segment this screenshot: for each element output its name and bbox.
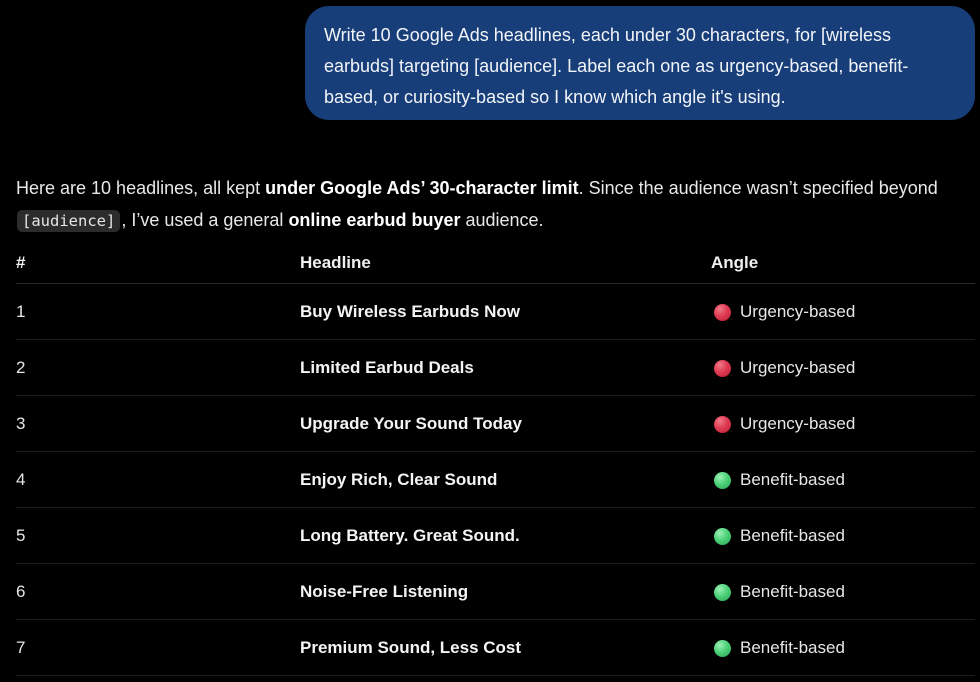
table-row: 3 Upgrade Your Sound Today Urgency-based xyxy=(16,396,975,452)
intro-bold-limit: under Google Ads’ 30-character limit xyxy=(265,178,579,198)
row-headline: Enjoy Rich, Clear Sound xyxy=(300,470,498,489)
response-intro: Here are 10 headlines, all kept under Go… xyxy=(16,172,966,237)
header-angle: Angle xyxy=(711,253,759,272)
table-header-row: # Headline Angle xyxy=(16,244,975,284)
audience-code-chip: [audience] xyxy=(17,210,121,232)
row-number: 6 xyxy=(16,582,26,601)
row-angle: Urgency-based xyxy=(714,301,855,323)
table-row: 2 Limited Earbud Deals Urgency-based xyxy=(16,340,975,396)
row-angle-label: Benefit-based xyxy=(740,470,845,489)
intro-text-1: Here are 10 headlines, all kept xyxy=(16,178,266,198)
intro-bold-audience: online earbud buyer xyxy=(288,210,461,230)
row-number: 7 xyxy=(16,638,26,657)
row-angle: Urgency-based xyxy=(714,357,855,379)
row-headline: Long Battery. Great Sound. xyxy=(300,526,520,545)
green-circle-icon xyxy=(714,583,731,601)
table-row: 6 Noise-Free Listening Benefit-based xyxy=(16,564,975,620)
header-number: # xyxy=(16,253,26,272)
row-number: 3 xyxy=(16,414,26,433)
row-angle-label: Benefit-based xyxy=(740,638,845,657)
intro-text-2: . Since the audience wasn’t specified be… xyxy=(578,178,938,198)
row-angle: Benefit-based xyxy=(714,581,845,603)
green-circle-icon xyxy=(714,527,731,545)
header-headline: Headline xyxy=(300,253,371,272)
row-headline: Buy Wireless Earbuds Now xyxy=(300,302,520,321)
row-headline: Upgrade Your Sound Today xyxy=(300,414,522,433)
row-number: 5 xyxy=(16,526,26,545)
row-angle-label: Benefit-based xyxy=(740,582,845,601)
row-number: 1 xyxy=(16,302,26,321)
row-angle-label: Benefit-based xyxy=(740,526,845,545)
row-angle-label: Urgency-based xyxy=(740,302,856,321)
red-circle-icon xyxy=(714,303,731,321)
row-angle-label: Urgency-based xyxy=(740,358,856,377)
user-message-text: Write 10 Google Ads headlines, each unde… xyxy=(324,25,909,107)
row-number: 4 xyxy=(16,470,26,489)
red-circle-icon xyxy=(714,415,731,433)
table-row: 5 Long Battery. Great Sound. Benefit-based xyxy=(16,508,975,564)
green-circle-icon xyxy=(714,639,731,657)
user-message-bubble: Write 10 Google Ads headlines, each unde… xyxy=(305,6,975,120)
intro-text-3: , I’ve used a general xyxy=(121,210,289,230)
green-circle-icon xyxy=(714,471,731,489)
row-angle: Benefit-based xyxy=(714,637,845,659)
table-row: 1 Buy Wireless Earbuds Now Urgency-based xyxy=(16,284,975,340)
row-angle-label: Urgency-based xyxy=(740,414,856,433)
intro-text-4: audience. xyxy=(460,210,544,230)
row-angle: Urgency-based xyxy=(714,413,855,435)
row-headline: Premium Sound, Less Cost xyxy=(300,638,522,657)
red-circle-icon xyxy=(714,359,731,377)
row-headline: Noise-Free Listening xyxy=(300,582,469,601)
table-row: 4 Enjoy Rich, Clear Sound Benefit-based xyxy=(16,452,975,508)
row-angle: Benefit-based xyxy=(714,469,845,491)
row-angle: Benefit-based xyxy=(714,525,845,547)
row-number: 2 xyxy=(16,358,26,377)
headlines-table: # Headline Angle 1 Buy Wireless Earbuds N… xyxy=(16,244,975,676)
table-row: 7 Premium Sound, Less Cost Benefit-based xyxy=(16,620,975,676)
table-body: 1 Buy Wireless Earbuds Now Urgency-based 2 L… xyxy=(16,284,975,676)
row-headline: Limited Earbud Deals xyxy=(300,358,474,377)
